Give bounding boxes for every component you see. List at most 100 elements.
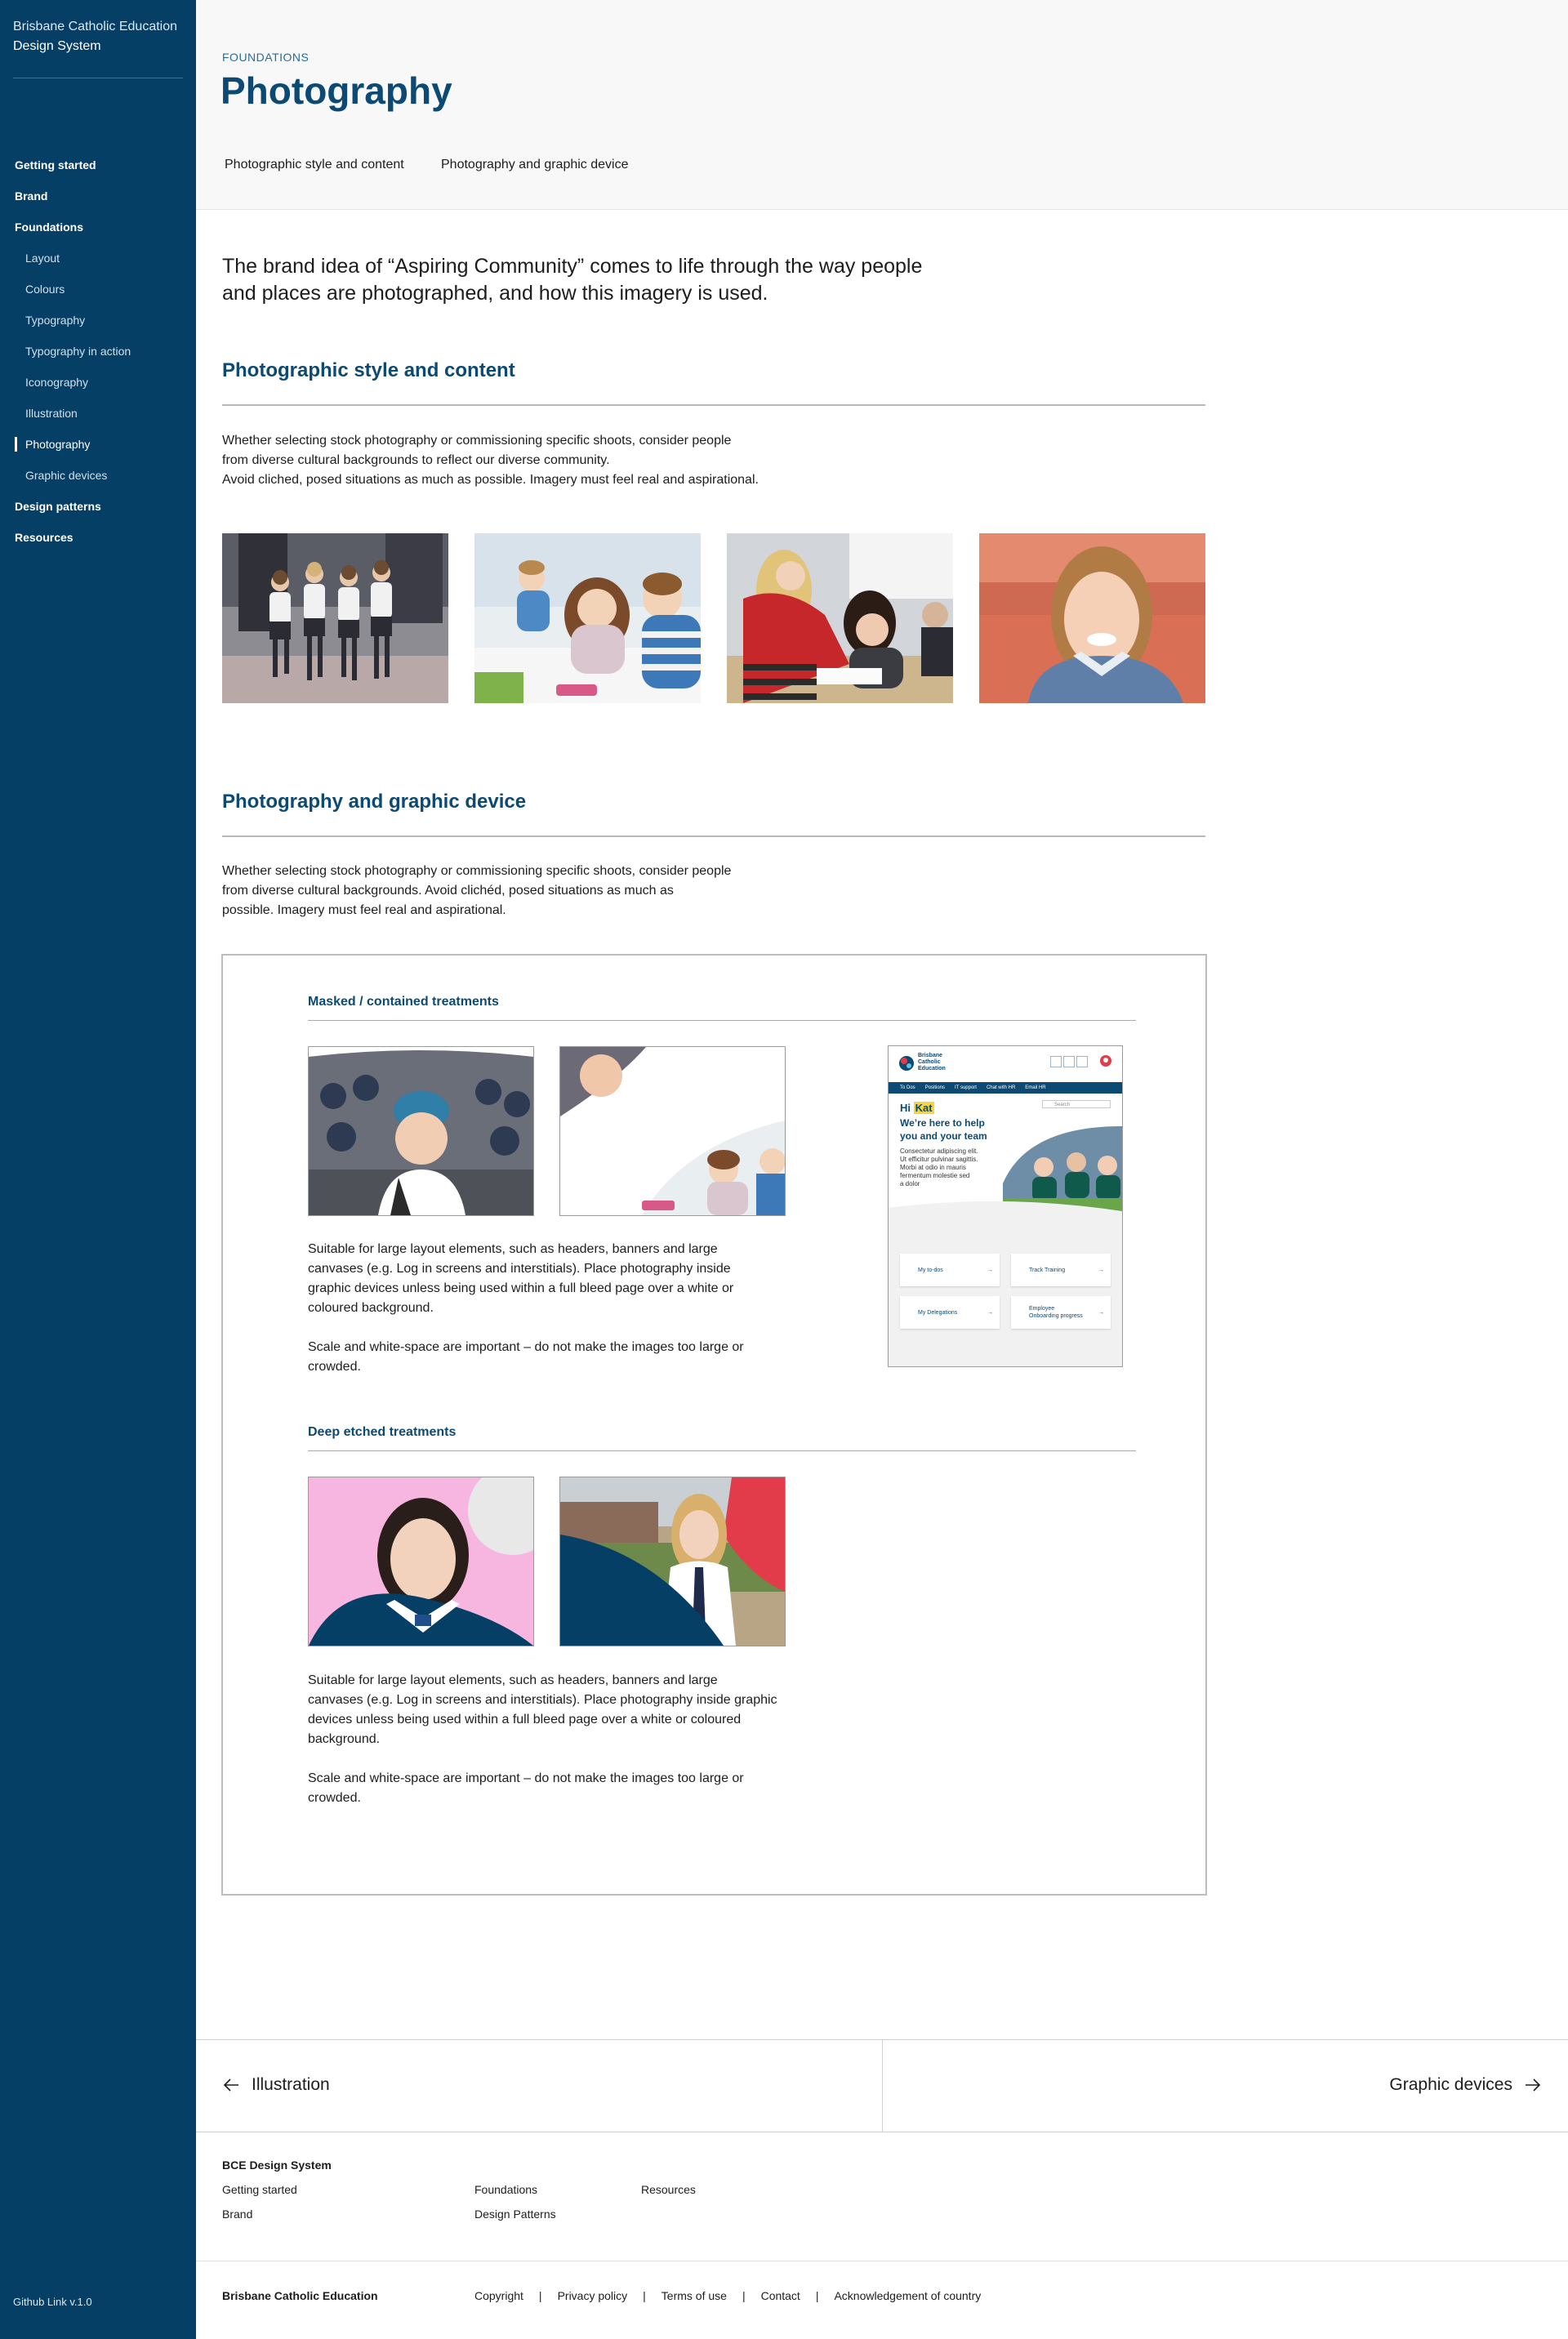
- sidebar-item-iconography[interactable]: Iconography: [25, 376, 88, 389]
- text-line: coloured background.: [308, 1301, 434, 1315]
- mockup-nav-item[interactable]: Email HR: [1025, 1085, 1045, 1090]
- github-link[interactable]: Github Link v.1.0: [13, 2296, 92, 2308]
- section-divider: [222, 835, 1205, 837]
- arrow-left-icon: [223, 2078, 238, 2092]
- sidebar-item-layout[interactable]: Layout: [25, 252, 60, 265]
- sidebar-item-design-patterns[interactable]: Design patterns: [15, 500, 101, 513]
- section-graphic-device-text: Whether selecting stock photography or c…: [222, 862, 731, 920]
- footer-brand: Brisbane Catholic Education: [222, 2289, 378, 2302]
- legal-link-privacy[interactable]: Privacy policy: [558, 2289, 628, 2302]
- mockup-nav-item[interactable]: IT support: [955, 1085, 977, 1090]
- masked-photo-graphic-device: [559, 1046, 786, 1216]
- sidebar-item-illustration[interactable]: Illustration: [25, 407, 78, 420]
- brand-name[interactable]: Brisbane Catholic Education: [13, 20, 177, 34]
- text-line: crowded.: [308, 1791, 361, 1805]
- previous-page-label: Illustration: [252, 2075, 330, 2094]
- section-title-graphic-device: Photography and graphic device: [222, 791, 527, 813]
- headline-line: We’re here to help: [900, 1117, 985, 1129]
- mockup-card-training[interactable]: Track Training →: [1011, 1254, 1111, 1286]
- legal-link-copyright[interactable]: Copyright: [474, 2289, 523, 2302]
- body-line: fermentum molestie sed: [900, 1172, 970, 1179]
- treatments-panel: Masked / contained treatments Brisbane C…: [221, 954, 1207, 1896]
- mockup-nav-item[interactable]: Chat with HR: [987, 1085, 1015, 1090]
- intro-text: The brand idea of “Aspiring Community” c…: [222, 253, 957, 307]
- masked-treatments-title: Masked / contained treatments: [308, 995, 499, 1009]
- sidebar: Brisbane Catholic Education Design Syste…: [0, 0, 196, 2339]
- card-label: My to-dos: [918, 1267, 943, 1273]
- arrow-right-icon: [1526, 2078, 1541, 2092]
- sidebar-item-photography[interactable]: Photography: [25, 438, 90, 451]
- bce-logo-icon: [899, 1056, 914, 1071]
- legal-link-acknowledgement[interactable]: Acknowledgement of country: [834, 2289, 981, 2302]
- sidebar-item-getting-started[interactable]: Getting started: [15, 158, 96, 172]
- photo-kids-drawing: [474, 533, 701, 703]
- text-line: canvases (e.g. Log in screens and inters…: [308, 1693, 777, 1707]
- footer-link-design-patterns[interactable]: Design Patterns: [474, 2208, 556, 2221]
- headline-line: you and your team: [900, 1130, 987, 1142]
- mockup-card-onboarding[interactable]: Employee Onboarding progress →: [1011, 1296, 1111, 1329]
- footer-link-brand[interactable]: Brand: [222, 2208, 252, 2221]
- body-line: Ut efficitur pulvinar sagittis.: [900, 1156, 978, 1163]
- logo-line: Education: [918, 1066, 946, 1071]
- deep-etched-description: Suitable for large layout elements, such…: [308, 1671, 777, 1749]
- text-line: graphic devices unless being used within…: [308, 1281, 734, 1295]
- text-line: Scale and white-space are important – do…: [308, 1771, 744, 1785]
- text-line: Whether selecting stock photography or c…: [222, 434, 732, 448]
- photo-students-walking: [222, 533, 448, 703]
- mockup-header: Brisbane Catholic Education: [889, 1046, 1122, 1082]
- separator: |: [815, 2289, 819, 2302]
- subsection-divider: [308, 1020, 1136, 1021]
- previous-page-link[interactable]: Illustration: [222, 2075, 330, 2095]
- mockup-icon-button[interactable]: [1076, 1056, 1088, 1067]
- tab-photography-graphic-device[interactable]: Photography and graphic device: [441, 158, 629, 172]
- footer-link-getting-started[interactable]: Getting started: [222, 2183, 297, 2196]
- text-line: from diverse cultural backgrounds to ref…: [222, 453, 610, 467]
- mockup-wave: [889, 1201, 1122, 1232]
- brand-subtitle[interactable]: Design System: [13, 39, 101, 54]
- next-page-label: Graphic devices: [1389, 2075, 1512, 2094]
- text-line: background.: [308, 1732, 381, 1746]
- page-header: FOUNDATIONS Photography Photographic sty…: [196, 0, 1568, 210]
- sidebar-item-typography[interactable]: Typography: [25, 314, 85, 327]
- sidebar-item-resources[interactable]: Resources: [15, 531, 74, 544]
- mockup-search[interactable]: Search: [1042, 1100, 1111, 1108]
- section-title-style: Photographic style and content: [222, 359, 515, 381]
- text-line: canvases (e.g. Log in screens and inters…: [308, 1262, 731, 1276]
- mockup-icon-button[interactable]: [1050, 1056, 1062, 1067]
- sidebar-item-foundations[interactable]: Foundations: [15, 221, 83, 234]
- text-line: from diverse cultural backgrounds. Avoid…: [222, 884, 674, 898]
- breadcrumb: FOUNDATIONS: [222, 51, 310, 64]
- intro-line: and places are photographed, and how thi…: [222, 282, 768, 305]
- legal-links: Copyright | Privacy policy | Terms of us…: [474, 2289, 981, 2302]
- mockup-headline: We’re here to help you and your team: [900, 1116, 987, 1143]
- mockup-nav-item[interactable]: Positions: [925, 1085, 945, 1090]
- legal-link-terms[interactable]: Terms of use: [662, 2289, 727, 2302]
- sidebar-item-colours[interactable]: Colours: [25, 283, 65, 296]
- mockup-icon-button[interactable]: [1063, 1056, 1075, 1067]
- arrow-right-icon: →: [1098, 1309, 1104, 1316]
- footer-link-resources[interactable]: Resources: [641, 2183, 696, 2196]
- avatar-icon[interactable]: [1099, 1054, 1112, 1067]
- separator: |: [742, 2289, 746, 2302]
- section-style-text: Whether selecting stock photography or c…: [222, 431, 759, 490]
- text-line: Suitable for large layout elements, such…: [308, 1242, 718, 1256]
- legal-link-contact[interactable]: Contact: [761, 2289, 800, 2302]
- deep-etched-title: Deep etched treatments: [308, 1425, 457, 1439]
- mockup-card-delegations[interactable]: My Delegations →: [900, 1296, 1000, 1329]
- mockup-card-todos[interactable]: My to-dos →: [900, 1254, 1000, 1286]
- text-line: Whether selecting stock photography or c…: [222, 864, 732, 878]
- footer-link-foundations[interactable]: Foundations: [474, 2183, 537, 2196]
- text-line: Suitable for large layout elements, such…: [308, 1673, 718, 1687]
- sidebar-item-graphic-devices[interactable]: Graphic devices: [25, 469, 107, 482]
- tab-photographic-style[interactable]: Photographic style and content: [225, 158, 404, 172]
- text-line: Scale and white-space are important – do…: [308, 1340, 744, 1354]
- sidebar-item-typography-in-action[interactable]: Typography in action: [25, 345, 131, 358]
- sidebar-item-brand[interactable]: Brand: [15, 189, 47, 203]
- pager-divider: [882, 2040, 883, 2132]
- text-line: crowded.: [308, 1360, 361, 1374]
- mockup-nav-item[interactable]: To Dos: [900, 1085, 915, 1090]
- mockup-nav: To Dos Positions IT support Chat with HR…: [889, 1082, 1122, 1094]
- text-line: possible. Imagery must feel real and asp…: [222, 903, 506, 917]
- arrow-right-icon: →: [987, 1309, 993, 1316]
- next-page-link[interactable]: Graphic devices: [1389, 2075, 1542, 2095]
